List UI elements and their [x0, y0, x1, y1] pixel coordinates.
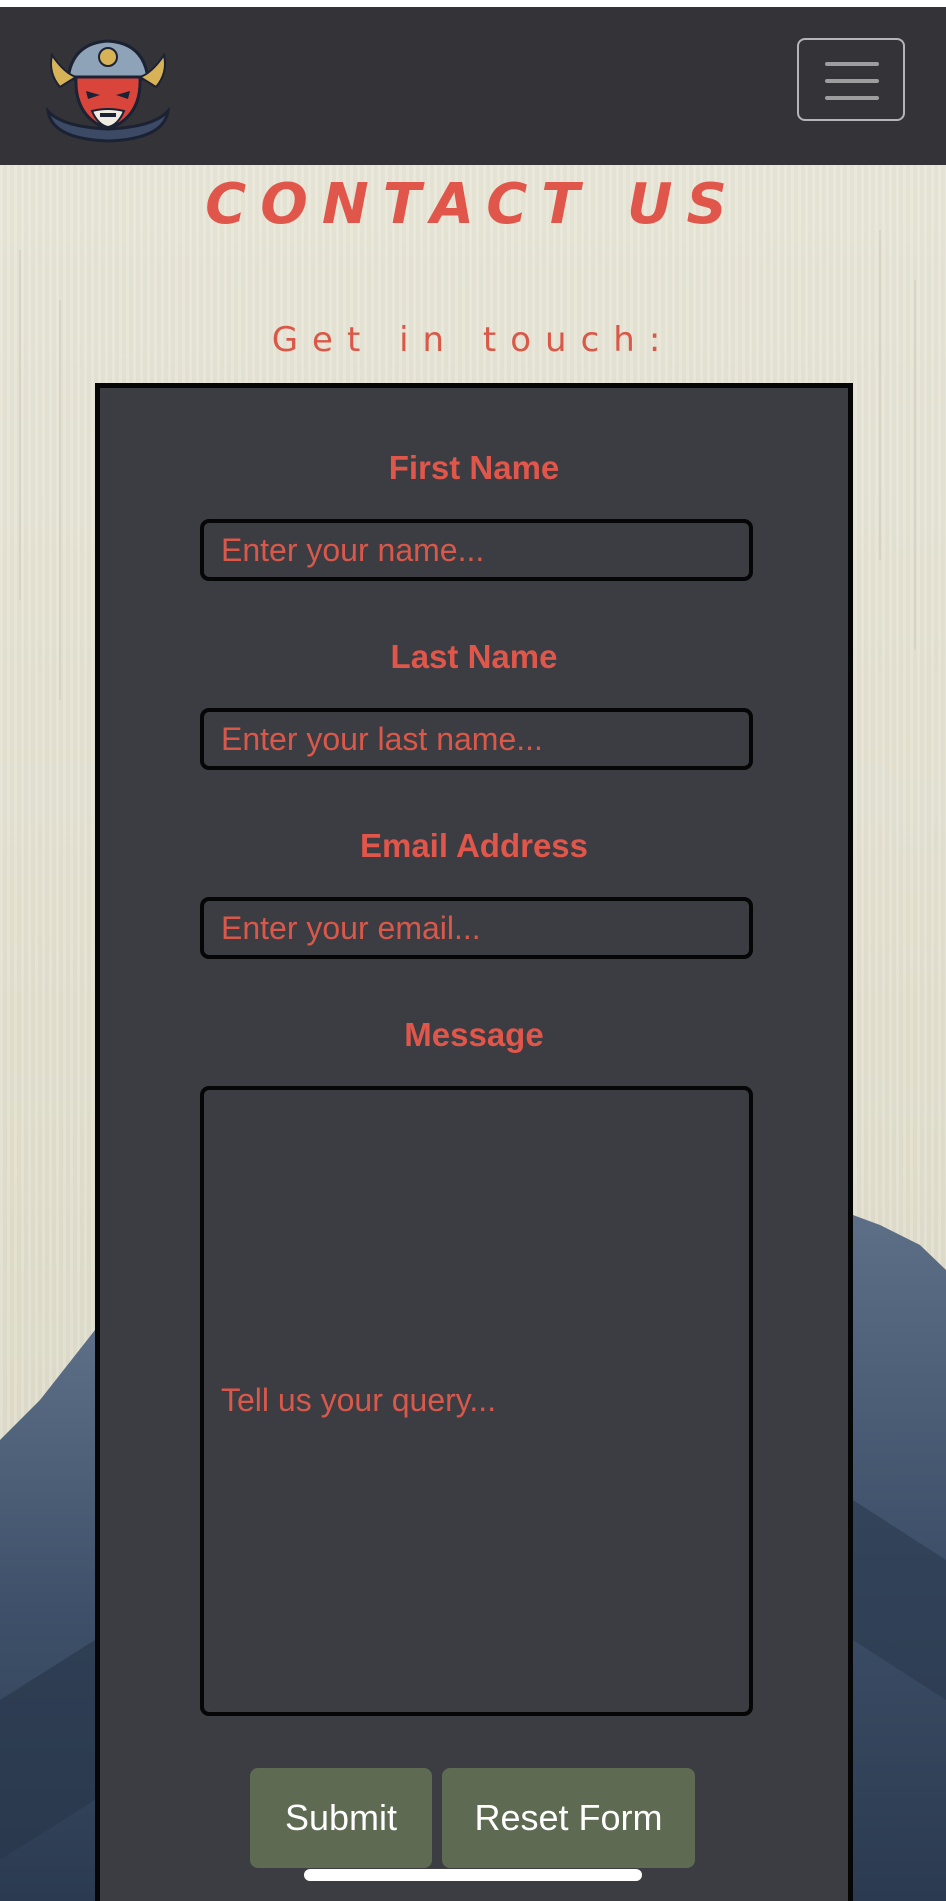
email-input[interactable]: [200, 897, 753, 959]
samurai-mask-logo[interactable]: [42, 33, 174, 147]
last-name-input[interactable]: [200, 708, 753, 770]
page-title: Contact Us: [205, 172, 741, 237]
hamburger-menu-icon-bar: [825, 79, 879, 83]
page-subtitle: Get in touch:: [271, 320, 675, 360]
last-name-label: Last Name: [390, 638, 558, 675]
hamburger-menu-icon-bar: [825, 96, 879, 100]
status-bar: [0, 0, 946, 7]
first-name-label: First Name: [388, 449, 560, 486]
home-indicator: [304, 1869, 642, 1881]
first-name-input[interactable]: [200, 519, 753, 581]
message-textarea[interactable]: [200, 1086, 753, 1716]
reset-form-button[interactable]: Reset Form: [442, 1768, 695, 1868]
email-label: Email Address: [359, 827, 589, 864]
submit-button[interactable]: Submit: [250, 1768, 432, 1868]
hamburger-menu-icon-bar: [825, 62, 879, 66]
navbar-toggle-button[interactable]: [797, 38, 905, 121]
samurai-mask-icon: [45, 39, 171, 143]
navbar: [0, 7, 946, 165]
message-label: Message: [404, 1016, 544, 1053]
contact-form: First Name Last Name Email Address Messa…: [95, 383, 853, 1901]
